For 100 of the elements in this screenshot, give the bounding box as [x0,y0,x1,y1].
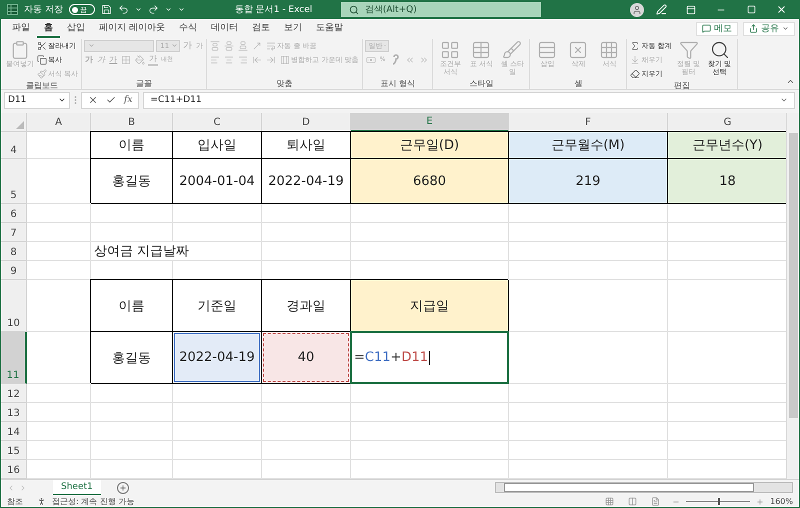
column-header[interactable]: A [27,113,91,132]
sheet-cell[interactable] [91,204,173,223]
caret-icon[interactable] [134,6,142,13]
ribbon-action-button[interactable]: 공유 [743,22,795,36]
sheet-cell[interactable] [509,223,668,242]
sheet-cell[interactable] [91,441,173,460]
sheet-cell[interactable] [509,422,668,441]
row-header[interactable]: 11 [1,332,27,384]
ribbon-tab[interactable]: 데이터 [204,19,245,38]
collapse-ribbon-icon[interactable] [786,77,795,86]
column-header[interactable]: B [91,113,173,132]
sheet-cell[interactable] [262,204,351,223]
sheet-cell[interactable] [262,223,351,242]
ribbon-tab[interactable]: 수식 [172,19,204,38]
caret-icon[interactable] [164,6,172,13]
page-layout-view-icon[interactable] [628,497,638,506]
column-header[interactable]: G [668,113,786,132]
row-header[interactable]: 6 [1,204,27,223]
search-field[interactable]: 검색(Alt+Q) [340,2,541,17]
sheet-cell[interactable] [509,204,668,223]
sheet-tab[interactable]: Sheet1 [53,480,101,496]
sheet-cell[interactable] [91,422,173,441]
name-box[interactable]: D11 [4,92,70,108]
row-header[interactable]: 10 [1,280,27,332]
sheet-cell[interactable]: 근무월수(M) [509,132,668,159]
sheet-cell[interactable] [509,332,668,384]
sheet-cell[interactable] [262,403,351,422]
sheet-cell[interactable] [509,384,668,403]
row-header[interactable]: 12 [1,384,27,403]
row-header[interactable]: 4 [1,132,27,159]
ribbon-tab[interactable]: 보기 [276,19,309,38]
sheet-cell[interactable]: 이름 [91,132,173,159]
row-header[interactable]: 13 [1,403,27,422]
select-all-corner[interactable] [1,113,27,132]
page-break-view-icon[interactable] [651,497,660,506]
zoom-slider-thumb[interactable] [718,498,720,505]
sheet-cell[interactable] [173,223,262,242]
formula-input[interactable]: =C11+D11 [143,92,795,108]
undo-icon[interactable] [118,4,129,15]
sheet-cell[interactable] [509,261,668,280]
sheet-cell[interactable] [27,422,91,441]
sheet-cell[interactable] [262,441,351,460]
sheet-cell[interactable]: =C11+D11 [351,332,509,384]
check-icon[interactable] [106,95,116,105]
sheet-cell[interactable] [262,242,351,261]
sheet-cell[interactable]: 6680 [351,159,509,204]
redo-icon[interactable] [148,4,159,15]
zoom-in-icon[interactable] [756,498,764,506]
sheet-cell[interactable] [173,204,262,223]
row-header[interactable]: 9 [1,261,27,280]
row-header[interactable]: 14 [1,422,27,441]
column-header[interactable]: D [262,113,351,132]
scrollbar-thumb[interactable] [504,483,754,492]
sheet-cell[interactable] [91,384,173,403]
sheet-cell[interactable]: 홍길동 [91,159,173,204]
sheet-cell[interactable] [351,384,509,403]
row-header[interactable]: 16 [1,460,27,479]
sheet-cell[interactable] [351,204,509,223]
sheet-cell[interactable] [27,204,91,223]
zoom-level[interactable]: 160% [770,497,793,506]
horizontal-scrollbar[interactable] [495,482,793,493]
sheet-cell[interactable] [351,422,509,441]
next-sheet-icon[interactable] [19,484,27,492]
sheet-cell[interactable] [173,441,262,460]
sheet-cell[interactable] [27,384,91,403]
sheet-cell[interactable] [173,384,262,403]
sheet-cell[interactable]: 상여금 지급날짜 [91,242,262,261]
sheet-cell[interactable] [91,223,173,242]
sheet-cell[interactable] [351,441,509,460]
sheet-cell[interactable] [27,403,91,422]
sheet-cell[interactable]: 219 [509,159,668,204]
previous-sheet-icon[interactable] [7,484,15,492]
sheet-cell[interactable] [262,384,351,403]
ribbon-tab[interactable]: 도움말 [308,19,350,38]
sheet-cell[interactable] [509,280,668,332]
sheet-cell[interactable] [351,403,509,422]
sheet-cell[interactable]: 근무일(D) [351,132,509,159]
avatar-button[interactable] [630,2,644,16]
ribbon-tab[interactable]: 파일 [5,19,37,38]
sheet-cell[interactable] [509,441,668,460]
row-header[interactable]: 15 [1,441,27,460]
save-icon[interactable] [100,4,112,15]
customize-caret-icon[interactable] [178,6,185,13]
sheet-cell[interactable] [509,242,668,261]
insert-function-button[interactable]: fx [124,95,132,105]
accessibility-status[interactable]: 접근성: 계속 진행 가능 [52,496,134,507]
sheet-cell[interactable]: 2004-01-04 [173,159,262,204]
sheet-cell[interactable]: 근무년수(Y) [668,132,786,159]
cancel-icon[interactable] [88,95,98,105]
sheet-cell[interactable] [173,422,262,441]
sheet-cell[interactable] [27,261,91,280]
accessibility-icon[interactable] [37,497,46,506]
sheet-cell[interactable] [509,403,668,422]
sheet-cell[interactable] [27,441,91,460]
normal-view-icon[interactable] [605,497,614,506]
column-header[interactable]: C [173,113,262,132]
drag-handle-icon[interactable] [74,95,77,105]
row-header[interactable]: 5 [1,159,27,204]
vertical-scrollbar[interactable] [786,113,799,479]
ribbon-action-button[interactable]: 메모 [696,22,738,36]
